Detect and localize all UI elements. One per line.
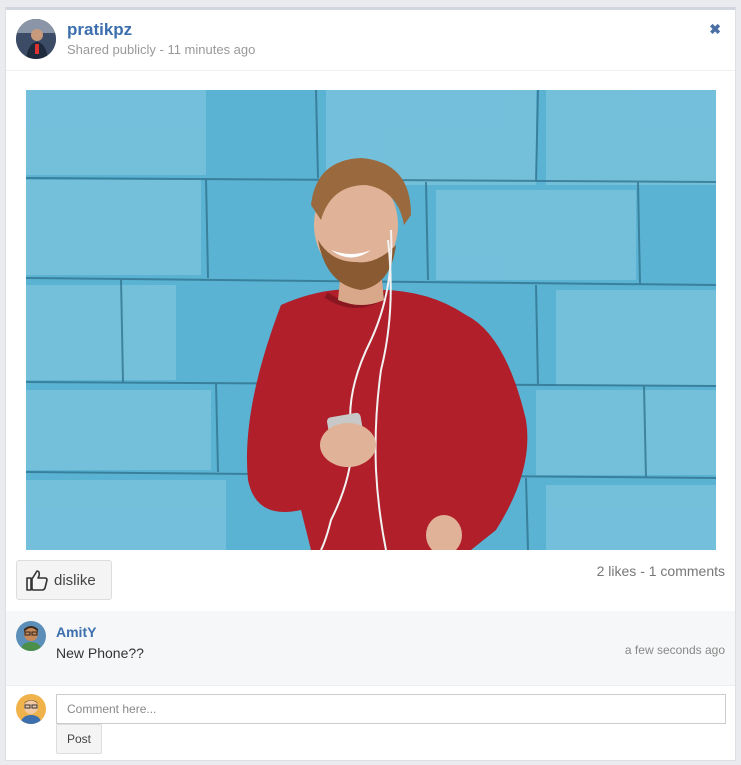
comment-list: AmitY New Phone?? a few seconds ago — [6, 611, 735, 685]
author-avatar[interactable] — [16, 19, 56, 59]
dislike-label: dislike — [54, 571, 96, 589]
comment-composer: Post — [6, 685, 735, 764]
post-stats[interactable]: 2 likes - 1 comments — [597, 563, 725, 579]
close-icon[interactable]: ✖ — [709, 21, 721, 38]
comment-time: a few seconds ago — [624, 643, 725, 657]
post-image — [26, 90, 716, 550]
post-card: pratikpz Shared publicly - 11 minutes ag… — [5, 7, 736, 761]
author-name[interactable]: pratikpz — [67, 20, 132, 40]
post-header: pratikpz Shared publicly - 11 minutes ag… — [6, 10, 735, 71]
dislike-button[interactable]: dislike — [16, 560, 112, 600]
comment-input[interactable] — [56, 694, 726, 724]
thumbs-up-icon — [26, 570, 48, 591]
post-meta: Shared publicly - 11 minutes ago — [67, 42, 256, 57]
current-user-avatar — [16, 694, 46, 724]
comment-text: New Phone?? — [56, 645, 144, 661]
comment-author[interactable]: AmitY — [56, 624, 96, 640]
post-button[interactable]: Post — [56, 724, 102, 754]
commenter-avatar[interactable] — [16, 621, 46, 651]
